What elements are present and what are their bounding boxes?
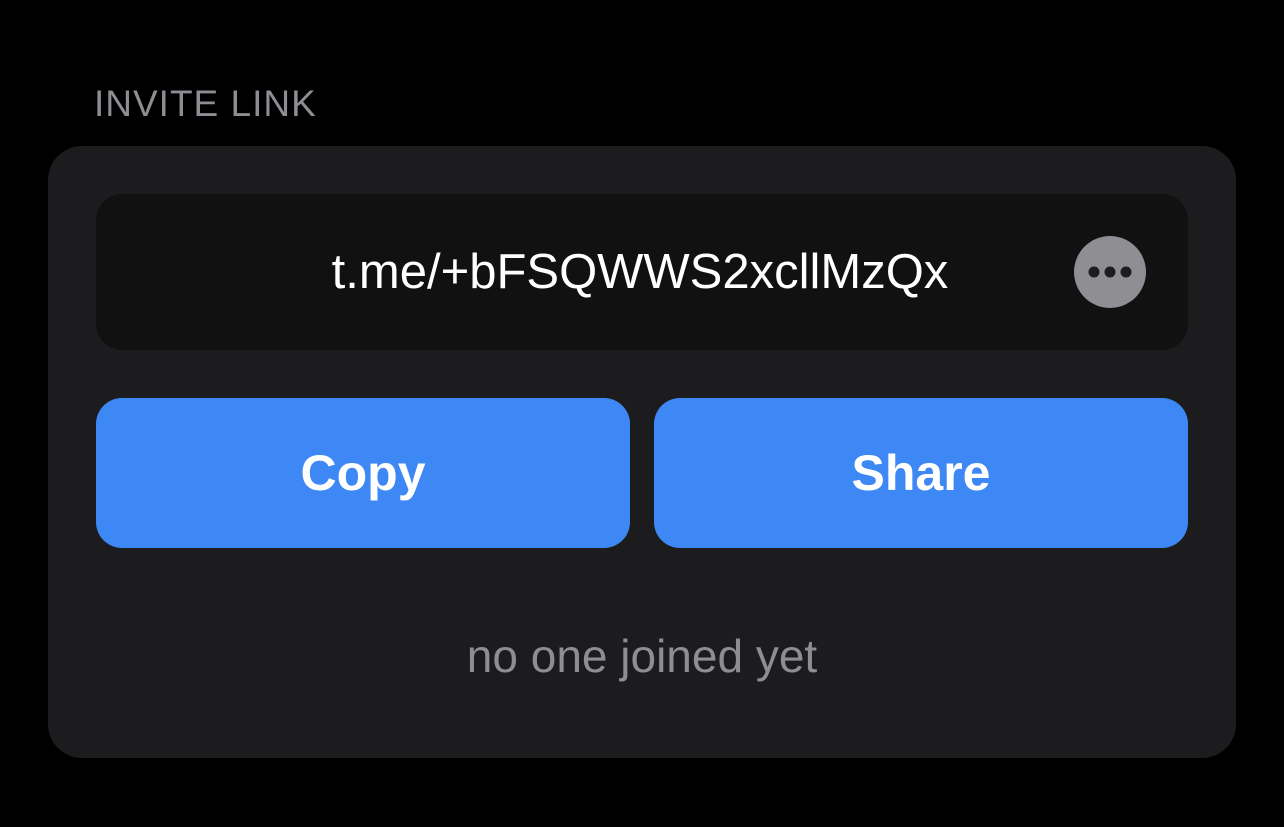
more-options-button[interactable] (1074, 236, 1146, 308)
joined-status: no one joined yet (466, 630, 818, 682)
invite-link-field[interactable]: t.me/+bFSQWWS2xcllMzQx (96, 194, 1188, 350)
ellipsis-icon (1088, 266, 1132, 278)
section-header: INVITE LINK (94, 83, 317, 124)
invite-link-card: t.me/+bFSQWWS2xcllMzQx Copy Share no one… (48, 146, 1236, 758)
share-button-label: Share (851, 445, 991, 501)
copy-button[interactable]: Copy (96, 398, 630, 548)
invite-link-text[interactable]: t.me/+bFSQWWS2xcllMzQx (96, 194, 1188, 350)
copy-button-label: Copy (300, 445, 426, 501)
share-button[interactable]: Share (654, 398, 1188, 548)
